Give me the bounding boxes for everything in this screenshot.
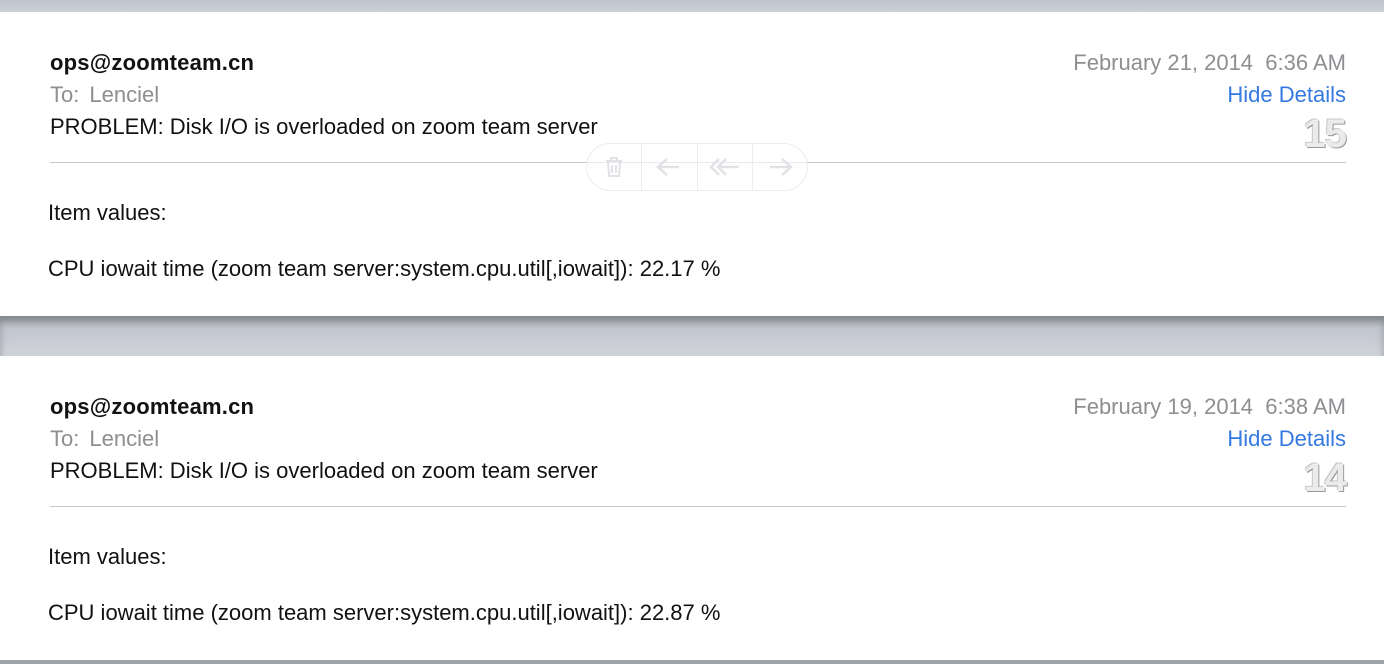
email-card: ops@zoomteam.cn To: Lenciel PROBLEM: Disk… bbox=[0, 12, 1384, 316]
header-divider bbox=[50, 506, 1346, 507]
delete-button[interactable] bbox=[587, 144, 641, 190]
recipient-line: To: Lenciel bbox=[50, 426, 159, 452]
item-value-line: CPU iowait time (zoom team server:system… bbox=[48, 256, 721, 281]
calendar-day-number: 15 bbox=[1303, 112, 1347, 156]
calendar-day-number: 14 bbox=[1303, 456, 1347, 500]
email-subject: PROBLEM: Disk I/O is overloaded on zoom … bbox=[50, 114, 598, 139]
to-label: To: bbox=[50, 82, 80, 107]
hide-details-link[interactable]: Hide Details bbox=[1227, 426, 1346, 452]
email-separator bbox=[0, 316, 1384, 356]
email-date: February 19, 2014 6:38 AM bbox=[1073, 394, 1346, 419]
reply-all-icon bbox=[708, 158, 739, 176]
reply-icon bbox=[656, 158, 680, 176]
email-subject: PROBLEM: Disk I/O is overloaded on zoom … bbox=[50, 458, 598, 483]
to-label: To: bbox=[50, 426, 80, 451]
window-top-strip bbox=[0, 0, 1384, 12]
item-values-label: Item values: bbox=[48, 544, 167, 569]
item-value-line: CPU iowait time (zoom team server:system… bbox=[48, 600, 721, 625]
forward-button[interactable] bbox=[751, 144, 807, 190]
item-values-label: Item values: bbox=[48, 200, 167, 225]
window-bottom-strip bbox=[0, 660, 1384, 664]
trash-icon bbox=[606, 157, 623, 177]
email-card: ops@zoomteam.cn To: Lenciel PROBLEM: Disk… bbox=[0, 356, 1384, 660]
sender-address: ops@zoomteam.cn bbox=[50, 394, 255, 419]
sender-address: ops@zoomteam.cn bbox=[50, 50, 255, 75]
hide-details-link[interactable]: Hide Details bbox=[1227, 82, 1346, 108]
recipient-name: Lenciel bbox=[89, 426, 160, 451]
message-action-toolbar bbox=[586, 143, 808, 191]
forward-icon bbox=[769, 158, 793, 176]
reply-button[interactable] bbox=[641, 144, 696, 190]
email-date: February 21, 2014 6:36 AM bbox=[1073, 50, 1346, 75]
reply-all-button[interactable] bbox=[696, 144, 752, 190]
recipient-line: To: Lenciel bbox=[50, 82, 159, 108]
recipient-name: Lenciel bbox=[89, 82, 160, 107]
